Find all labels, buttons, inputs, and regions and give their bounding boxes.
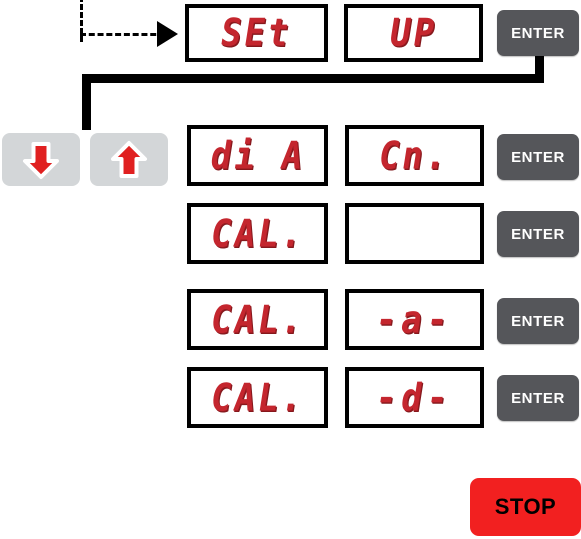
display-cal-2-value: CAL. <box>206 297 308 342</box>
enter-button-row-3[interactable]: ENTER <box>497 211 579 257</box>
dashed-entry-line-horizontal <box>80 33 165 36</box>
display-cal-1-value: CAL. <box>206 211 308 256</box>
diagram-canvas: SEt UP ENTER di A Cn. ENTER CAL. ENTER C… <box>0 0 581 539</box>
display-set-value: SEt <box>217 10 296 56</box>
down-arrow-key[interactable] <box>2 133 80 186</box>
display-up-value: UP <box>386 10 441 56</box>
enter-button-row-5-label: ENTER <box>511 389 565 407</box>
display-blank <box>345 203 484 264</box>
enter-button-row-1-label: ENTER <box>511 24 565 42</box>
display-d-value: -d- <box>372 375 457 420</box>
enter-button-row-2[interactable]: ENTER <box>497 134 579 180</box>
up-arrow-key[interactable] <box>90 133 168 186</box>
display-cal-3: CAL. <box>187 367 328 428</box>
display-up: UP <box>344 4 483 62</box>
enter-button-row-5[interactable]: ENTER <box>497 375 579 421</box>
display-cal-3-value: CAL. <box>206 375 308 420</box>
enter-button-row-4-label: ENTER <box>511 312 565 330</box>
enter-button-row-3-label: ENTER <box>511 225 565 243</box>
stop-button-label: STOP <box>494 494 557 519</box>
enter-button-row-4[interactable]: ENTER <box>497 298 579 344</box>
display-dia: di A <box>187 125 328 186</box>
enter-button-row-2-label: ENTER <box>511 148 565 166</box>
display-d: -d- <box>345 367 484 428</box>
flow-line-left-down <box>82 74 91 130</box>
enter-button-row-1[interactable]: ENTER <box>497 10 579 56</box>
display-cn: Cn. <box>345 125 484 186</box>
flow-line-horizontal <box>82 74 544 83</box>
display-set: SEt <box>185 4 328 62</box>
display-cal-2: CAL. <box>187 289 328 350</box>
arrow-down-icon <box>23 141 59 179</box>
arrow-up-icon <box>111 140 147 178</box>
entry-arrowhead-icon <box>157 21 178 47</box>
display-cn-value: Cn. <box>375 133 454 178</box>
display-a: -a- <box>345 289 484 350</box>
display-a-value: -a- <box>372 297 457 342</box>
stop-button[interactable]: STOP <box>470 478 581 536</box>
display-cal-1: CAL. <box>187 203 328 264</box>
display-dia-value: di A <box>206 133 308 178</box>
